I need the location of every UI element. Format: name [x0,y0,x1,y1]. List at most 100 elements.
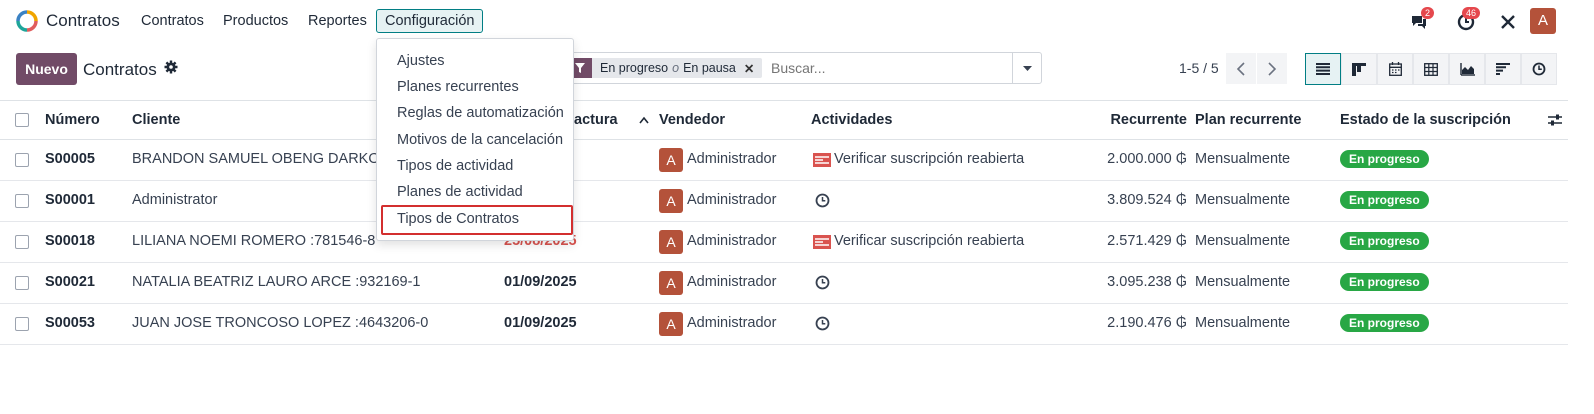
menu-item-motivos-cancelacion[interactable]: Motivos de la cancelación [397,132,563,148]
cell-vendedor: Administrador [687,315,777,331]
activity-warning-icon[interactable] [813,152,831,168]
activity-warning-icon[interactable] [813,234,831,250]
cell-vendedor: Administrador [687,274,777,290]
cell-numero: S00053 [45,315,95,331]
cell-plan: Mensualmente [1195,274,1291,290]
app-logo-icon[interactable] [16,10,38,32]
select-all-checkbox[interactable] [15,113,29,127]
view-pivot-button[interactable] [1413,53,1449,85]
sort-up-icon [639,116,649,124]
table-header: Número Cliente actura Vendedor Actividad… [0,100,1568,140]
pager-value[interactable]: 1-5 / 5 [1179,60,1219,76]
filter-facet: En progreso o En pausa ✕ [592,58,763,78]
avatar: A [659,148,683,172]
table-row[interactable]: S00021 NATALIA BEATRIZ LAURO ARCE :93216… [0,263,1568,304]
status-badge: En progreso [1340,273,1429,291]
menu-item-tipos-contratos[interactable]: Tipos de Contratos [397,211,519,227]
cell-vendedor: Administrador [687,192,777,208]
pager-previous-button[interactable] [1226,53,1256,84]
tools-icon [1501,15,1515,29]
row-checkbox[interactable] [15,235,29,249]
row-checkbox[interactable] [15,317,29,331]
pager-next-button[interactable] [1257,53,1287,84]
facet-value-b: En pausa [683,61,736,75]
calendar-icon [1388,62,1402,76]
menu-item-tipos-actividad[interactable]: Tipos de actividad [397,158,513,174]
chat-button[interactable]: 2 [1406,7,1435,35]
page-title: Contratos [83,60,157,79]
menu-productos[interactable]: Productos [223,13,288,29]
table-row[interactable]: S00001 Administrator 5 A Administrador 3… [0,181,1568,222]
menu-item-reglas-automatizacion[interactable]: Reglas de automatización [397,105,564,121]
cell-numero: S00018 [45,233,95,249]
caret-down-icon [1023,66,1032,71]
search-options-toggle[interactable] [1012,53,1041,83]
menu-configuracion[interactable]: Configuración [376,9,484,33]
app-name[interactable]: Contratos [46,11,120,31]
new-button[interactable]: Nuevo [16,53,77,85]
configuracion-dropdown: Ajustes Planes recurrentes Reglas de aut… [376,38,574,241]
facet-value-a: En progreso [600,61,669,75]
menu-item-ajustes[interactable]: Ajustes [397,53,445,69]
cell-numero: S00001 [45,192,95,208]
view-activity-button[interactable] [1521,53,1557,85]
header-numero[interactable]: Número [45,112,100,128]
cell-plan: Mensualmente [1195,151,1291,167]
table-row[interactable]: S00053 JUAN JOSE TRONCOSO LOPEZ :4643206… [0,304,1568,345]
view-graph-button[interactable] [1449,53,1485,85]
clock-icon[interactable] [815,316,830,331]
debug-tools-button[interactable] [1496,9,1520,35]
header-vendedor[interactable]: Vendedor [659,112,725,128]
menu-reportes[interactable]: Reportes [308,13,367,29]
clock-icon[interactable] [815,193,830,208]
cohort-icon [1496,63,1510,75]
avatar: A [659,230,683,254]
status-badge: En progreso [1340,232,1429,250]
optional-columns-icon[interactable] [1548,113,1562,127]
header-actividades[interactable]: Actividades [811,112,892,128]
cell-cliente: NATALIA BEATRIZ LAURO ARCE :932169-1 [132,274,421,290]
chevron-left-icon [1236,61,1245,76]
header-estado[interactable]: Estado de la suscripción [1340,112,1511,128]
cell-actividad[interactable]: Verificar suscripción reabierta [834,151,1024,167]
cell-recurrente: 3.809.524 ₲ [1107,192,1187,208]
activity-button[interactable]: 46 [1449,7,1483,35]
user-avatar[interactable]: A [1530,8,1556,34]
cell-plan: Mensualmente [1195,233,1291,249]
table-row[interactable]: S00018 LILIANA NOEMI ROMERO :781546-8 25… [0,222,1568,263]
clock-icon[interactable] [815,275,830,290]
pivot-icon [1424,62,1438,76]
cell-cliente: JUAN JOSE TRONCOSO LOPEZ :4643206-0 [132,315,429,331]
chevron-right-icon [1268,61,1277,76]
activity-badge: 46 [1462,7,1481,19]
cell-cliente: BRANDON SAMUEL OBENG DARKO :12 [132,151,404,167]
row-checkbox[interactable] [15,194,29,208]
view-cohort-button[interactable] [1485,53,1521,85]
header-cliente[interactable]: Cliente [132,112,180,128]
view-list-button[interactable] [1305,53,1341,85]
row-checkbox[interactable] [15,153,29,167]
cell-cliente: LILIANA NOEMI ROMERO :781546-8 [132,233,376,249]
header-plan-recurrente[interactable]: Plan recurrente [1195,112,1301,128]
menu-contratos[interactable]: Contratos [141,13,204,29]
search-input[interactable] [771,60,1001,76]
cell-recurrente: 2.571.429 ₲ [1107,233,1187,249]
header-fecha-factura[interactable]: actura [574,112,618,128]
facet-or: o [672,61,680,75]
status-badge: En progreso [1340,314,1429,332]
view-kanban-button[interactable] [1341,53,1377,85]
cell-actividad[interactable]: Verificar suscripción reabierta [834,233,1024,249]
row-checkbox[interactable] [15,276,29,290]
table-row[interactable]: S00005 BRANDON SAMUEL OBENG DARKO :12 5 … [0,140,1568,181]
menu-item-planes-recurrentes[interactable]: Planes recurrentes [397,79,519,95]
view-calendar-button[interactable] [1377,53,1413,85]
chat-badge: 2 [1421,7,1435,19]
clock-icon [1532,62,1546,76]
menu-item-planes-actividad[interactable]: Planes de actividad [397,184,523,200]
header-recurrente[interactable]: Recurrente [1110,112,1187,128]
cell-plan: Mensualmente [1195,315,1291,331]
cell-recurrente: 2.190.476 ₲ [1107,315,1187,331]
gear-icon[interactable] [164,60,178,74]
remove-facet-button[interactable]: ✕ [744,61,754,76]
avatar: A [659,271,683,295]
